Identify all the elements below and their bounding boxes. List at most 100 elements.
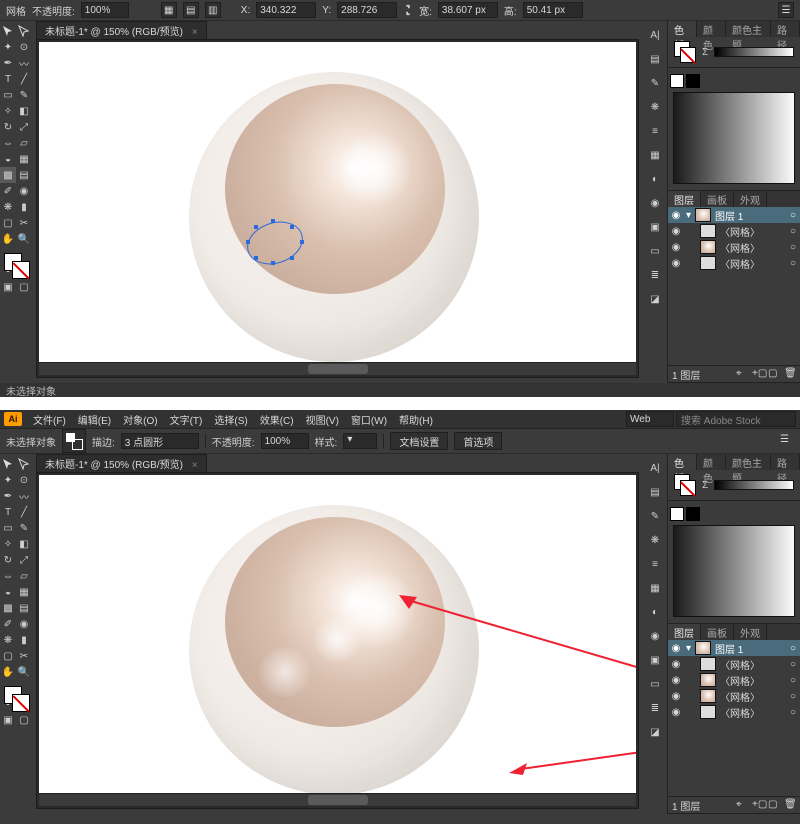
panel-tab-color[interactable]: 颜色 <box>697 454 726 470</box>
menu-select[interactable]: 选择(S) <box>209 411 252 428</box>
sublayer-row[interactable]: ◉ 〈网格〉 ○ <box>668 223 800 239</box>
shaper-tool-icon[interactable]: ✧ <box>0 536 16 552</box>
target-icon[interactable]: ○ <box>788 226 798 237</box>
locate-icon[interactable]: ⌖ <box>736 799 748 811</box>
panel-tab[interactable]: 颜色主题 <box>726 454 771 470</box>
slice-tool-icon[interactable]: ✂ <box>16 215 32 231</box>
sublayer-row[interactable]: ◉ 〈网格〉 ○ <box>668 656 800 672</box>
hand-tool-icon[interactable]: ✋ <box>0 231 16 247</box>
curvature-tool-icon[interactable]: 〰 <box>16 55 32 71</box>
gradient-preview[interactable] <box>673 92 795 184</box>
magic-wand-icon[interactable]: ✦ <box>0 472 16 488</box>
tint-slider[interactable] <box>714 47 794 57</box>
transparency-icon[interactable]: ◐ <box>647 171 663 187</box>
eraser-tool-icon[interactable]: ◧ <box>16 103 32 119</box>
rotate-tool-icon[interactable]: ↻ <box>0 119 16 135</box>
opacity-input[interactable] <box>81 2 129 18</box>
panel-tab-artboards[interactable]: 画板 <box>701 624 734 640</box>
selection-tool-icon[interactable] <box>0 456 16 472</box>
target-icon[interactable]: ○ <box>788 675 798 686</box>
h-input[interactable] <box>523 2 583 18</box>
target-icon[interactable]: ○ <box>788 643 798 654</box>
artboard-tool-icon[interactable]: ▢ <box>0 648 16 664</box>
new-layer-icon[interactable]: ▢ <box>768 799 780 811</box>
free-transform-icon[interactable]: ▱ <box>16 568 32 584</box>
panel-tab-swatches[interactable]: 色板 <box>668 454 697 470</box>
canvas[interactable] <box>39 475 636 793</box>
symbols-icon[interactable]: ❋ <box>647 99 663 115</box>
slice-tool-icon[interactable]: ✂ <box>16 648 32 664</box>
graphic-styles-icon[interactable]: ▣ <box>647 652 663 668</box>
sublayer-row[interactable]: ◉ 〈网格〉 ○ <box>668 688 800 704</box>
swatch[interactable] <box>686 74 700 88</box>
stroke-profile-select[interactable] <box>121 433 199 449</box>
panel-tab-swatches[interactable]: 色板 <box>668 21 697 37</box>
lasso-tool-icon[interactable]: ⊙ <box>16 472 32 488</box>
swatches-icon[interactable]: ▦ <box>647 580 663 596</box>
fill-stroke-swatches[interactable] <box>0 684 32 718</box>
locate-icon[interactable]: ⌖ <box>736 368 748 380</box>
libraries-icon[interactable]: ▤ <box>647 484 663 500</box>
document-tab[interactable]: 未标题-1* @ 150% (RGB/预览) × <box>36 454 207 472</box>
panel-tab[interactable]: 路径 <box>771 454 800 470</box>
mesh-tool-icon[interactable]: ▩ <box>0 600 16 616</box>
pen-tool-icon[interactable]: ✒ <box>0 488 16 504</box>
rectangle-tool-icon[interactable]: ▭ <box>0 87 16 103</box>
y-input[interactable] <box>337 2 397 18</box>
document-setup-button[interactable]: 文档设置 <box>390 432 448 450</box>
brushes-icon[interactable]: ✎ <box>647 508 663 524</box>
panel-tab-layers[interactable]: 图层 <box>668 624 701 640</box>
rectangle-tool-icon[interactable]: ▭ <box>0 520 16 536</box>
link-icon[interactable] <box>403 4 413 16</box>
blend-tool-icon[interactable]: ◉ <box>16 616 32 632</box>
eraser-tool-icon[interactable]: ◧ <box>16 536 32 552</box>
curvature-tool-icon[interactable]: 〰 <box>16 488 32 504</box>
pathfinder-icon[interactable]: ◪ <box>647 291 663 307</box>
transform-icon[interactable]: ▭ <box>647 676 663 692</box>
sublayer-row[interactable]: ◉ 〈网格〉 ○ <box>668 704 800 720</box>
close-tab-icon[interactable]: × <box>192 27 198 38</box>
sublayer-row[interactable]: ◉ 〈网格〉 ○ <box>668 239 800 255</box>
rotate-tool-icon[interactable]: ↻ <box>0 552 16 568</box>
panel-tab-appearance[interactable]: 外观 <box>734 624 767 640</box>
menu-window[interactable]: 窗口(W) <box>346 411 392 428</box>
symbol-sprayer-icon[interactable]: ❋ <box>0 199 16 215</box>
disclosure-icon[interactable]: ▾ <box>686 643 691 654</box>
gradient-tool-icon[interactable]: ▤ <box>16 167 32 183</box>
direct-selection-tool-icon[interactable] <box>16 23 32 39</box>
line-tool-icon[interactable]: ╱ <box>16 71 32 87</box>
visibility-icon[interactable]: ◉ <box>670 642 682 654</box>
pen-tool-icon[interactable]: ✒ <box>0 55 16 71</box>
zoom-tool-icon[interactable]: 🔍 <box>16 664 32 680</box>
swatches-icon[interactable]: ▦ <box>647 147 663 163</box>
align-icon[interactable]: ▤ <box>183 2 199 18</box>
free-transform-icon[interactable]: ▱ <box>16 135 32 151</box>
visibility-icon[interactable]: ◉ <box>670 241 682 253</box>
workspace-select[interactable] <box>626 411 674 427</box>
trash-icon[interactable]: 🗑 <box>784 368 796 380</box>
target-icon[interactable]: ○ <box>788 242 798 253</box>
visibility-icon[interactable]: ◉ <box>670 257 682 269</box>
swatch[interactable] <box>686 507 700 521</box>
new-layer-icon[interactable]: ▢ <box>768 368 780 380</box>
panel-tab[interactable]: 路径 <box>771 21 800 37</box>
scale-tool-icon[interactable]: ⤢ <box>16 119 32 135</box>
stroke-icon[interactable]: ≡ <box>647 556 663 572</box>
panel-tab-appearance[interactable]: 外观 <box>734 191 767 207</box>
blend-tool-icon[interactable]: ◉ <box>16 183 32 199</box>
panel-tab-artboards[interactable]: 画板 <box>701 191 734 207</box>
panel-tab[interactable]: 颜色主题 <box>726 21 771 37</box>
panel-menu-icon[interactable]: ☰ <box>780 434 794 448</box>
appearance-icon[interactable]: ◉ <box>647 628 663 644</box>
perspective-grid-icon[interactable]: ▦ <box>16 151 32 167</box>
new-sublayer-icon[interactable]: +▢ <box>752 799 764 811</box>
visibility-icon[interactable]: ◉ <box>670 658 682 670</box>
stock-search-input[interactable]: 搜索 Adobe Stock <box>676 411 796 427</box>
type-tool-icon[interactable]: T <box>0 504 16 520</box>
x-input[interactable] <box>256 2 316 18</box>
trash-icon[interactable]: 🗑 <box>784 799 796 811</box>
disclosure-icon[interactable]: ▾ <box>686 210 691 221</box>
shape-builder-icon[interactable]: ◒ <box>0 584 16 600</box>
column-graph-icon[interactable]: ▮ <box>16 632 32 648</box>
brushes-icon[interactable]: ✎ <box>647 75 663 91</box>
